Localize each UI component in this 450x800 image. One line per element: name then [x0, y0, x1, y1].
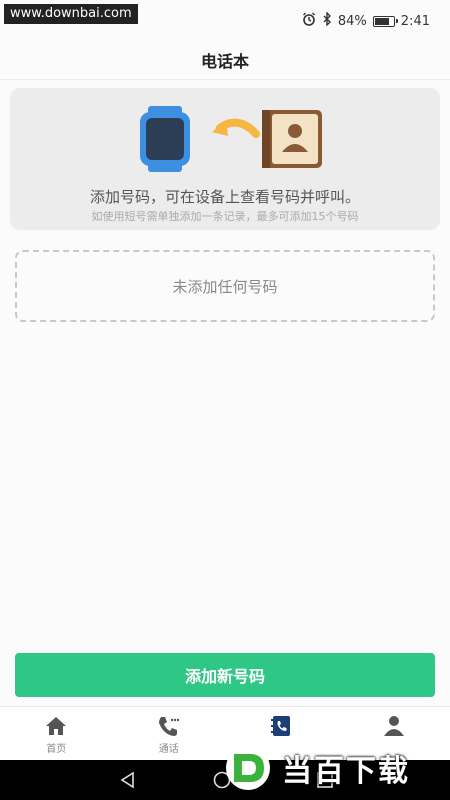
empty-state-text: 未添加任何号码 [172, 277, 278, 296]
watch-to-phonebook-illustration [140, 106, 322, 172]
tab-home[interactable]: 首页 [0, 707, 113, 760]
battery-percent: 84% [337, 13, 367, 29]
tab-calls[interactable]: 通话 [113, 707, 226, 760]
info-sub-text: 如使用短号需单独添加一条记录，最多可添加15个号码 [91, 210, 359, 223]
status-bar: www.downbai.com 84% 2:41 [0, 0, 450, 40]
arrow-left-icon [212, 118, 260, 138]
info-card: 添加号码，可在设备上查看号码并呼叫。 如使用短号需单独添加一条记录，最多可添加1… [10, 88, 440, 230]
back-icon[interactable] [118, 770, 138, 790]
clock: 2:41 [400, 13, 430, 29]
header: 电话本 [0, 40, 450, 80]
phone-icon [158, 717, 179, 736]
watermark-logo-text: 当百下载 [282, 754, 410, 789]
user-icon [383, 716, 404, 736]
status-indicators: 84% 2:41 [302, 11, 430, 30]
phonebook-illustration-icon [262, 110, 322, 168]
watch-icon [140, 106, 190, 172]
alarm-icon [302, 12, 316, 30]
add-new-number-button[interactable]: 添加新号码 [15, 653, 435, 697]
tab-label: 通话 [158, 744, 179, 755]
battery-icon [372, 15, 398, 27]
home-icon [46, 717, 67, 735]
info-main-text: 添加号码，可在设备上查看号码并呼叫。 [89, 188, 360, 206]
empty-contact-list: 未添加任何号码 [15, 250, 435, 322]
bluetooth-icon [322, 11, 332, 30]
page-title: 电话本 [200, 51, 249, 71]
watermark-url: www.downbai.com [4, 4, 138, 24]
downbai-logo-icon [226, 746, 270, 790]
tab-label: 首页 [46, 744, 67, 755]
phonebook-icon [271, 716, 291, 736]
watermark-logo: 当百下载 [220, 740, 448, 796]
